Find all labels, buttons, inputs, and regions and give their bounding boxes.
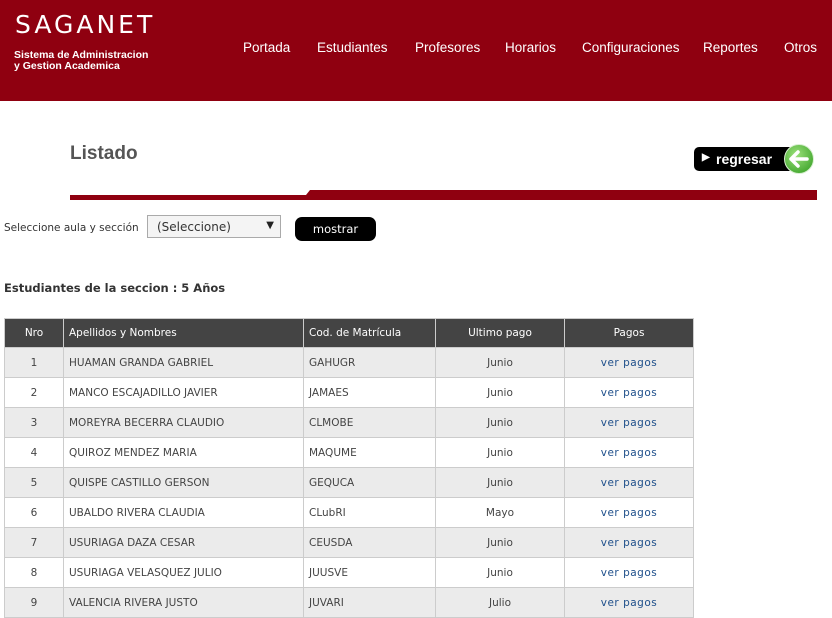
cell-code: CLMOBE — [303, 407, 436, 438]
cell-last-payment: Junio — [435, 527, 565, 558]
section-select-label: Seleccione aula y sección — [4, 222, 139, 234]
cell-last-payment: Mayo — [435, 497, 565, 528]
cell-payments: ver pagos — [564, 377, 694, 408]
dropdown-arrow-icon: ▼ — [266, 220, 274, 231]
cell-payments: ver pagos — [564, 407, 694, 438]
cell-code: CEUSDA — [303, 527, 436, 558]
brand-logo[interactable]: SAGANET — [15, 10, 155, 39]
view-payments-link[interactable]: ver pagos — [601, 417, 658, 429]
cell-name: QUISPE CASTILLO GERSON — [63, 467, 304, 498]
table-row: 5 QUISPE CASTILLO GERSON GEQUCA Junio ve… — [4, 467, 694, 498]
students-table: Nro Apellidos y Nombres Cod. de Matrícul… — [4, 318, 694, 618]
cell-payments: ver pagos — [564, 527, 694, 558]
view-payments-link[interactable]: ver pagos — [601, 387, 658, 399]
cell-name: HUAMAN GRANDA GABRIEL — [63, 347, 304, 378]
title-underline-divider — [70, 190, 817, 200]
arrow-left-icon — [789, 150, 809, 168]
cell-last-payment: Junio — [435, 377, 565, 408]
cell-name: MOREYRA BECERRA CLAUDIO — [63, 407, 304, 438]
nav-estudiantes[interactable]: Estudiantes — [317, 40, 388, 55]
page-title: Listado — [70, 143, 138, 164]
section-select-value: (Seleccione) — [157, 220, 231, 234]
play-triangle-icon: ▶ — [702, 152, 710, 163]
section-title: Estudiantes de la seccion : 5 Años — [4, 281, 226, 295]
nav-otros[interactable]: Otros — [784, 40, 817, 55]
header-nro: Nro — [4, 318, 64, 348]
cell-nro: 2 — [4, 377, 64, 408]
nav-configuraciones[interactable]: Configuraciones — [582, 40, 680, 55]
cell-code: CLubRI — [303, 497, 436, 528]
cell-name: USURIAGA DAZA CESAR — [63, 527, 304, 558]
header-code: Cod. de Matrícula — [303, 318, 436, 348]
cell-code: MAQUME — [303, 437, 436, 468]
cell-nro: 9 — [4, 587, 64, 618]
table-row: 2 MANCO ESCAJADILLO JAVIER JAMAES Junio … — [4, 377, 694, 408]
cell-code: GAHUGR — [303, 347, 436, 378]
cell-last-payment: Junio — [435, 407, 565, 438]
cell-payments: ver pagos — [564, 467, 694, 498]
table-row: 9 VALENCIA RIVERA JUSTO JUVARI Julio ver… — [4, 587, 694, 618]
table-row: 4 QUIROZ MENDEZ MARIA MAQUME Junio ver p… — [4, 437, 694, 468]
header-payments: Pagos — [564, 318, 694, 348]
cell-payments: ver pagos — [564, 557, 694, 588]
brand-subtitle-line2: y Gestion Academica — [14, 60, 120, 72]
cell-nro: 1 — [4, 347, 64, 378]
section-select[interactable]: (Seleccione) ▼ — [147, 215, 281, 238]
cell-nro: 5 — [4, 467, 64, 498]
table-row: 7 USURIAGA DAZA CESAR CEUSDA Junio ver p… — [4, 527, 694, 558]
cell-name: UBALDO RIVERA CLAUDIA — [63, 497, 304, 528]
table-header-row: Nro Apellidos y Nombres Cod. de Matrícul… — [4, 318, 694, 348]
nav-portada[interactable]: Portada — [243, 40, 290, 55]
cell-payments: ver pagos — [564, 497, 694, 528]
cell-last-payment: Junio — [435, 467, 565, 498]
cell-name: MANCO ESCAJADILLO JAVIER — [63, 377, 304, 408]
show-button[interactable]: mostrar — [295, 217, 376, 241]
nav-profesores[interactable]: Profesores — [415, 40, 480, 55]
back-button[interactable]: ▶ regresar — [694, 144, 818, 176]
back-button-pill[interactable]: ▶ regresar — [694, 147, 794, 171]
header-name: Apellidos y Nombres — [63, 318, 304, 348]
table-row: 8 USURIAGA VELASQUEZ JULIO JUUSVE Junio … — [4, 557, 694, 588]
cell-payments: ver pagos — [564, 587, 694, 618]
table-row: 3 MOREYRA BECERRA CLAUDIO CLMOBE Junio v… — [4, 407, 694, 438]
back-arrow-icon[interactable] — [784, 144, 814, 174]
cell-nro: 8 — [4, 557, 64, 588]
cell-name: QUIROZ MENDEZ MARIA — [63, 437, 304, 468]
cell-last-payment: Junio — [435, 557, 565, 588]
cell-nro: 6 — [4, 497, 64, 528]
cell-code: JUVARI — [303, 587, 436, 618]
view-payments-link[interactable]: ver pagos — [601, 507, 658, 519]
cell-last-payment: Julio — [435, 587, 565, 618]
cell-code: JUUSVE — [303, 557, 436, 588]
back-button-label: regresar — [716, 151, 773, 167]
view-payments-link[interactable]: ver pagos — [601, 357, 658, 369]
nav-horarios[interactable]: Horarios — [505, 40, 556, 55]
cell-payments: ver pagos — [564, 347, 694, 378]
table-row: 6 UBALDO RIVERA CLAUDIA CLubRI Mayo ver … — [4, 497, 694, 528]
cell-code: JAMAES — [303, 377, 436, 408]
view-payments-link[interactable]: ver pagos — [601, 477, 658, 489]
cell-nro: 7 — [4, 527, 64, 558]
view-payments-link[interactable]: ver pagos — [601, 567, 658, 579]
header-last-payment: Ultimo pago — [435, 318, 565, 348]
view-payments-link[interactable]: ver pagos — [601, 597, 658, 609]
table-row: 1 HUAMAN GRANDA GABRIEL GAHUGR Junio ver… — [4, 347, 694, 378]
nav-reportes[interactable]: Reportes — [703, 40, 758, 55]
main-nav: Portada Estudiantes Profesores Horarios … — [0, 40, 832, 56]
cell-name: VALENCIA RIVERA JUSTO — [63, 587, 304, 618]
cell-payments: ver pagos — [564, 437, 694, 468]
view-payments-link[interactable]: ver pagos — [601, 537, 658, 549]
site-header: SAGANET Sistema de Administracion y Gest… — [0, 0, 832, 101]
cell-name: USURIAGA VELASQUEZ JULIO — [63, 557, 304, 588]
cell-nro: 4 — [4, 437, 64, 468]
view-payments-link[interactable]: ver pagos — [601, 447, 658, 459]
cell-last-payment: Junio — [435, 437, 565, 468]
cell-last-payment: Junio — [435, 347, 565, 378]
cell-nro: 3 — [4, 407, 64, 438]
cell-code: GEQUCA — [303, 467, 436, 498]
